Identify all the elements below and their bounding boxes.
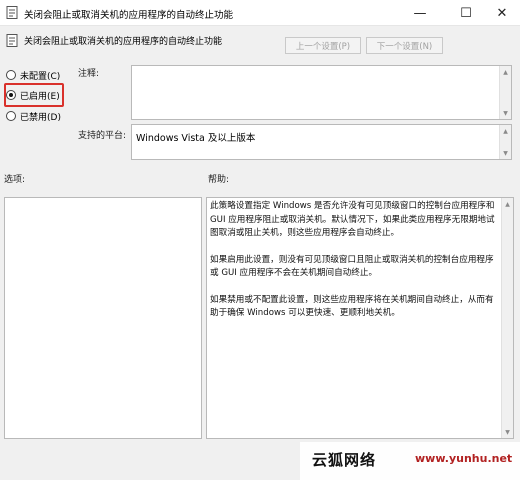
radio-circle[interactable] — [6, 111, 16, 121]
scroll-down-icon[interactable]: ▼ — [502, 427, 513, 437]
scroll-up-icon[interactable]: ▲ — [500, 126, 511, 136]
comment-textarea[interactable]: ▲ ▼ — [131, 65, 512, 120]
scroll-down-icon[interactable]: ▼ — [500, 148, 511, 158]
platform-scrollbar[interactable]: ▲ ▼ — [499, 125, 511, 159]
help-paragraph: 如果启用此设置，则没有可见顶级窗口且阻止或取消关机的控制台应用程序或 GUI 应… — [210, 254, 494, 279]
radio-label: 未配置(C) — [20, 71, 61, 82]
policy-icon — [6, 34, 18, 47]
help-paragraph: 如果禁用或不配置此设置，则这些应用程序将在关机期间自动终止，从而有助于确保 Wi… — [210, 294, 494, 319]
policy-icon — [6, 6, 18, 19]
comment-label: 注释: — [78, 69, 100, 79]
help-paragraph: 此策略设置指定 Windows 是否允许没有可见顶级窗口的控制台应用程序和 GU… — [210, 201, 495, 238]
radio-disabled[interactable]: 已禁用(D) — [6, 109, 61, 123]
options-label: 选项: — [4, 175, 26, 185]
maximize-button[interactable]: ☐ — [446, 0, 486, 26]
close-button[interactable]: ✕ — [482, 0, 520, 26]
minimize-button[interactable]: — — [400, 0, 440, 26]
watermark-text: 云狐网络 — [312, 451, 377, 469]
window-title: 关闭会阻止或取消关机的应用程序的自动终止功能 — [24, 10, 234, 21]
platform-label: 支持的平台: — [78, 131, 127, 141]
options-panel — [4, 197, 202, 439]
platform-value: Windows Vista 及以上版本 — [136, 133, 256, 144]
title-bar: 关闭会阻止或取消关机的应用程序的自动终止功能 — ☐ ✕ — [0, 0, 520, 26]
help-label: 帮助: — [208, 175, 230, 185]
policy-name: 关闭会阻止或取消关机的应用程序的自动终止功能 — [24, 37, 223, 47]
radio-label: 已启用(E) — [20, 91, 60, 102]
radio-not-configured[interactable]: 未配置(C) — [6, 68, 60, 82]
help-text: 此策略设置指定 Windows 是否允许没有可见顶级窗口的控制台应用程序和 GU… — [210, 200, 500, 334]
radio-circle[interactable] — [6, 70, 16, 80]
radio-enabled[interactable]: 已启用(E) — [6, 88, 60, 102]
watermark-url: www.yunhu.net — [415, 452, 513, 465]
help-scrollbar[interactable]: ▲ ▼ — [501, 198, 513, 438]
scroll-up-icon[interactable]: ▲ — [502, 199, 513, 209]
scroll-up-icon[interactable]: ▲ — [500, 67, 511, 77]
next-setting-button[interactable]: 下一个设置(N) — [366, 37, 443, 54]
scroll-down-icon[interactable]: ▼ — [500, 108, 511, 118]
radio-circle-selected[interactable] — [6, 90, 16, 100]
radio-label: 已禁用(D) — [20, 112, 61, 123]
comment-scrollbar[interactable]: ▲ ▼ — [499, 66, 511, 119]
platform-field: Windows Vista 及以上版本 ▲ ▼ — [131, 124, 512, 160]
prev-setting-button[interactable]: 上一个设置(P) — [285, 37, 361, 54]
